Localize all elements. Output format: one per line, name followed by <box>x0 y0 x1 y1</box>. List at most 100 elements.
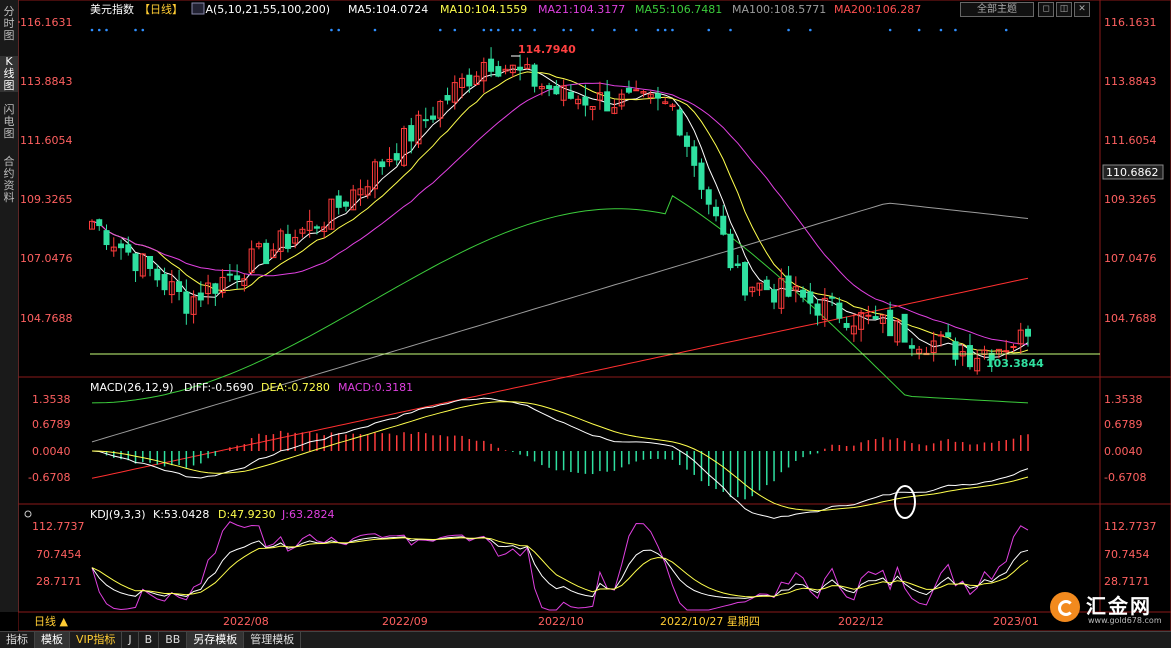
candle-body <box>176 281 183 292</box>
macd-label-right: -0.6708 <box>1104 471 1146 484</box>
candle-body <box>154 268 161 281</box>
tab-template[interactable]: 模板 <box>35 632 70 648</box>
candle-body <box>683 135 690 147</box>
candle-body <box>147 255 154 269</box>
chart-area[interactable]: 美元指数 【日线】 MA(5,10,21,55,100,200) MA5:104… <box>18 0 1171 631</box>
macd-label-right: 1.3538 <box>1104 393 1143 406</box>
bottom-toolbar: 指标 模板 VIP指标 J B BB 另存模板 管理模板 <box>0 631 1171 648</box>
candle-body <box>234 275 241 281</box>
candle-body <box>742 262 749 296</box>
signal-dot <box>482 28 486 32</box>
price-label-right: 109.3265 <box>1104 193 1157 206</box>
tab-manage-template[interactable]: 管理模板 <box>244 632 302 648</box>
signal-dot <box>373 28 377 32</box>
brand-name: 汇金网 <box>1086 594 1152 618</box>
signal-dot <box>105 28 108 32</box>
candle-body <box>633 89 640 92</box>
ma-title: MA(5,10,21,55,100,200) <box>196 3 330 16</box>
signal-dot <box>97 28 101 32</box>
signal-dot <box>671 28 674 32</box>
kdj-k: K:53.0428 <box>153 508 209 521</box>
candle-body <box>393 153 400 161</box>
signal-dot <box>489 28 493 32</box>
current-price: 110.6862 <box>1106 166 1159 179</box>
candle-body <box>865 314 872 317</box>
high-price-label: 114.7940 <box>518 43 576 56</box>
crosshair-date: 2022/10/27 星期四 <box>660 615 760 628</box>
candle-body <box>945 332 952 338</box>
candle-body <box>829 296 836 299</box>
tab-bb[interactable]: BB <box>159 632 188 648</box>
candle-body <box>901 313 908 343</box>
price-label-right: 116.1631 <box>1104 16 1157 29</box>
kdj-settings-icon[interactable] <box>24 510 32 518</box>
signal-dot <box>337 28 340 32</box>
side-tab-kline[interactable]: K线图 <box>0 56 18 92</box>
candle-body <box>553 85 560 95</box>
close-button[interactable]: ✕ <box>1074 2 1090 17</box>
signal-dot <box>939 28 943 32</box>
kdj-label-right: 28.7171 <box>1104 575 1150 588</box>
side-tab-flash[interactable]: 闪电图 <box>0 104 18 140</box>
ma55-line <box>91 195 1029 404</box>
tab-save-template[interactable]: 另存模板 <box>187 632 245 648</box>
candle-body <box>705 189 712 205</box>
signal-dot <box>90 28 94 32</box>
macd-dea: DEA:-0.7280 <box>261 381 330 394</box>
candle-body <box>691 146 698 166</box>
macd-label-right: 0.6789 <box>1104 418 1143 431</box>
side-tab-timeshare[interactable]: 分时图 <box>0 6 18 42</box>
price-label-left: 116.1631 <box>20 16 73 29</box>
tab-indicators[interactable]: 指标 <box>0 632 35 648</box>
candle-body <box>836 302 843 319</box>
macd-histogram <box>98 430 1029 500</box>
kdj-label-left: 70.7454 <box>36 548 82 561</box>
instrument-name: 美元指数 <box>90 2 134 16</box>
brand-logo: 汇金网 www.gold678.com <box>1046 588 1168 628</box>
price-label-left: 113.8843 <box>20 75 73 88</box>
macd-diff-line <box>91 397 1029 519</box>
moving-average-lines <box>91 68 1029 479</box>
highlight-circle <box>894 485 916 519</box>
tab-j[interactable]: J <box>122 632 139 648</box>
side-tabs: 分时图 K线图 闪电图 合约资料 <box>0 0 19 612</box>
candle-body <box>263 242 270 265</box>
chart-settings-icon[interactable] <box>191 2 205 15</box>
signal-dot <box>511 28 515 32</box>
candle-body <box>546 85 553 90</box>
candle-body <box>517 66 524 71</box>
period-selector[interactable]: 日线 ▲ <box>34 614 68 628</box>
tab-b[interactable]: B <box>139 632 160 648</box>
candle-body <box>720 215 727 235</box>
signal-dot <box>656 28 660 32</box>
candle-body <box>713 206 719 217</box>
period-tag: 【日线】 <box>139 2 183 16</box>
signal-dot <box>729 28 732 32</box>
candle-body <box>966 345 973 368</box>
side-tab-contract[interactable]: 合约资料 <box>0 156 18 204</box>
candlestick-series <box>89 47 1031 375</box>
ma10-value: MA10:104.1559 <box>440 3 527 16</box>
signal-dot <box>562 28 565 32</box>
candle-body <box>604 91 611 112</box>
candle-body <box>132 253 139 272</box>
signal-dot <box>591 28 594 32</box>
signal-dot <box>134 28 137 32</box>
theme-button[interactable]: 全部主题 <box>960 2 1034 17</box>
candle-body <box>103 230 110 246</box>
candle-body <box>654 93 661 99</box>
macd-label-left: -0.6708 <box>28 471 70 484</box>
window-split-button[interactable]: ◫ <box>1056 2 1072 17</box>
ma5-value: MA5:104.0724 <box>348 3 428 16</box>
time-label: 2022/10 <box>538 615 584 628</box>
signal-dot <box>707 28 711 32</box>
candle-body <box>814 303 821 316</box>
price-label-left: 111.6054 <box>20 134 73 147</box>
price-label-left: 107.0476 <box>20 252 73 265</box>
ma21-value: MA21:104.3177 <box>538 3 625 16</box>
candle-body <box>161 274 168 291</box>
window-restore-button[interactable]: ◻ <box>1038 2 1054 17</box>
tab-vip-indicators[interactable]: VIP指标 <box>70 632 123 648</box>
macd-diff: DIFF:-0.5690 <box>184 381 254 394</box>
candle-body <box>488 58 495 72</box>
